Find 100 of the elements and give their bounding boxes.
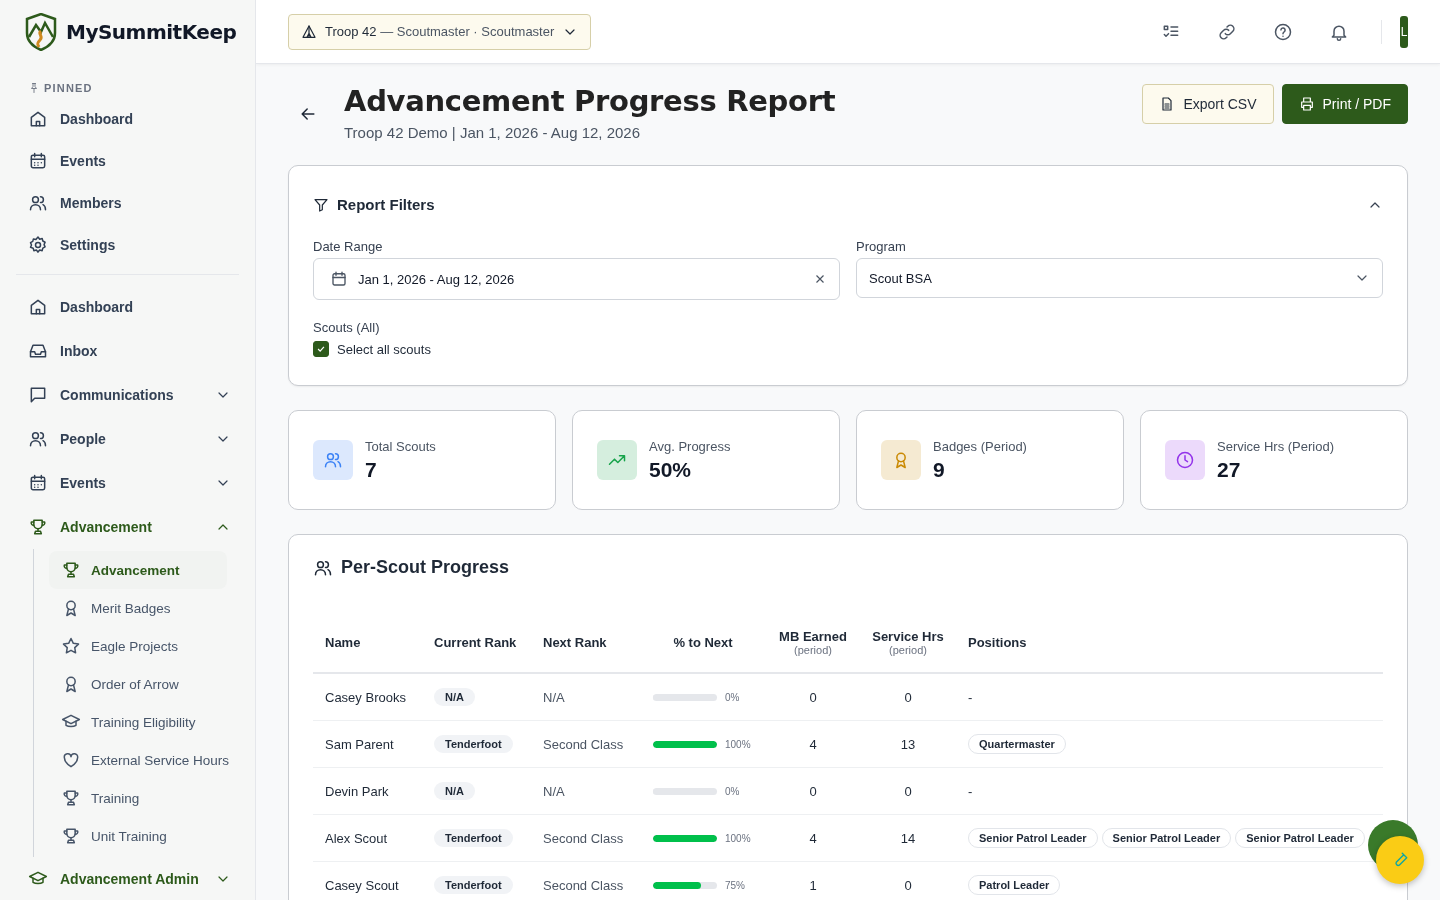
check-icon	[316, 344, 326, 354]
card-title: Report Filters	[337, 196, 436, 213]
sidebar-item[interactable]: Events	[0, 461, 255, 505]
sidebar-item[interactable]: Communications	[0, 373, 255, 417]
stat-label: Service Hrs (Period)	[1217, 438, 1335, 454]
chat-icon	[28, 385, 48, 405]
field-label: Date Range	[313, 239, 384, 254]
progress-bar	[653, 834, 717, 842]
filter-icon	[313, 196, 329, 213]
sidebar-subitem[interactable]: Merit Badges	[49, 589, 227, 627]
trophy-icon	[61, 788, 81, 808]
rank-tag: N/A	[434, 688, 475, 706]
progress-value: 0%	[725, 785, 741, 797]
rank-tag: N/A	[434, 782, 475, 800]
column-header: Current Rank	[422, 612, 531, 673]
table-cell: 4	[809, 736, 817, 752]
sidebar-item[interactable]: People	[0, 417, 255, 461]
sidebar-subitem[interactable]: Eagle Projects	[49, 627, 227, 665]
field-label: Scouts (All)	[313, 320, 381, 335]
table-cell: 0	[904, 783, 912, 799]
users-icon	[28, 429, 48, 449]
date-range-field[interactable]: Jan 1, 2026 - Aug 12, 2026	[313, 258, 840, 300]
stat-label: Badges (Period)	[933, 438, 1027, 454]
sidebar-subitem[interactable]: Training	[49, 779, 227, 817]
progress-value: 75%	[725, 879, 746, 891]
settings-icon	[28, 235, 48, 255]
column-header: Next Rank	[531, 612, 640, 673]
star-icon	[61, 636, 81, 656]
table-cell: 14	[900, 830, 916, 846]
floating-action-button[interactable]	[1368, 820, 1424, 884]
table-cell: Casey Brooks	[325, 689, 406, 705]
progress-bar	[653, 787, 717, 795]
sidebar-subitem[interactable]: External Service Hours	[49, 741, 227, 779]
checkbox[interactable]	[313, 341, 329, 357]
sidebar-item[interactable]: Inbox	[0, 329, 255, 373]
sidebar-item[interactable]: Advancement	[0, 505, 255, 549]
sidebar-subitem[interactable]: Advancement	[49, 551, 227, 589]
tent-icon	[301, 23, 317, 40]
stat-value: 50%	[649, 457, 693, 482]
table-cell: 0	[809, 689, 817, 705]
table-cell: N/A	[543, 689, 565, 705]
stat-label: Total Scouts	[365, 438, 436, 454]
stat-label: Avg. Progress	[649, 438, 731, 454]
progress-bar	[653, 693, 717, 701]
table-cell: Casey Scout	[325, 877, 399, 893]
pin-icon	[28, 82, 40, 94]
page-title: Advancement Progress Report	[344, 84, 837, 118]
table-cell: Sam Parent	[325, 736, 394, 752]
progress-bar	[653, 740, 717, 748]
calendar-icon	[28, 473, 48, 493]
column-header: Service Hrs (period)	[860, 612, 956, 673]
print-button[interactable]: Print / PDF	[1281, 84, 1408, 124]
sidebar-item[interactable]: Events	[0, 140, 255, 182]
card-title: Per-Scout Progress	[341, 557, 510, 578]
table-cell: 0	[809, 783, 817, 799]
table-cell: Alex Scout	[325, 830, 388, 846]
calendar-icon	[330, 270, 348, 288]
trophy-icon	[61, 826, 81, 846]
user-avatar[interactable]: L	[1400, 15, 1408, 48]
checkbox-label: Select all scouts	[337, 341, 431, 357]
sidebar-subitem[interactable]: Training Eligibility	[49, 703, 227, 741]
table-cell: Second Class	[543, 877, 624, 893]
table-cell: 13	[900, 736, 916, 752]
sidebar-item[interactable]: Dashboard	[0, 285, 255, 329]
sidebar-item[interactable]: Settings	[0, 224, 255, 266]
table-cell: 0	[904, 877, 912, 893]
progress-bar	[653, 881, 717, 889]
table-cell: 4	[809, 830, 817, 846]
home-icon	[28, 109, 48, 129]
sidebar-subitem[interactable]: Unit Training	[49, 817, 227, 855]
trophy-icon	[28, 517, 48, 537]
export-button[interactable]: Export CSV	[1142, 84, 1274, 124]
table-cell: Devin Park	[325, 783, 389, 799]
rank-tag: Tenderfoot	[434, 876, 513, 894]
column-header: Positions	[956, 612, 1383, 673]
sidebar-subitem[interactable]: Order of Arrow	[49, 665, 227, 703]
app-name: MySummitKeep	[66, 20, 237, 44]
progress-value: 100%	[725, 738, 752, 750]
column-header: Name	[313, 612, 422, 673]
sidebar-item[interactable]: Advancement Admin	[0, 857, 255, 900]
sidebar-item[interactable]: Dashboard	[0, 98, 255, 140]
logo-icon	[24, 13, 58, 51]
table-cell: Second Class	[543, 830, 624, 846]
rank-tag: Tenderfoot	[434, 829, 513, 847]
unit-selector[interactable]: Troop 42 — Scoutmaster · Scoutmaster	[288, 13, 592, 50]
table-cell: 0	[904, 689, 912, 705]
help-icon	[1273, 21, 1293, 42]
table-cell: N/A	[543, 783, 565, 799]
table-cell: 1	[809, 877, 817, 893]
stat-value: 9	[933, 457, 946, 482]
users-icon	[28, 193, 48, 213]
page-subtitle: Troop 42 Demo | Jan 1, 2026 - Aug 12, 2026	[344, 124, 642, 141]
sidebar-item[interactable]: Members	[0, 182, 255, 224]
section-label: PINNED	[44, 82, 93, 94]
printer-icon	[1298, 96, 1315, 112]
program-select[interactable]: Scout BSA	[856, 258, 1383, 298]
home-icon	[28, 297, 48, 317]
heart-icon	[61, 750, 81, 770]
calendar-icon	[28, 151, 48, 171]
table-cell: -	[968, 689, 973, 705]
